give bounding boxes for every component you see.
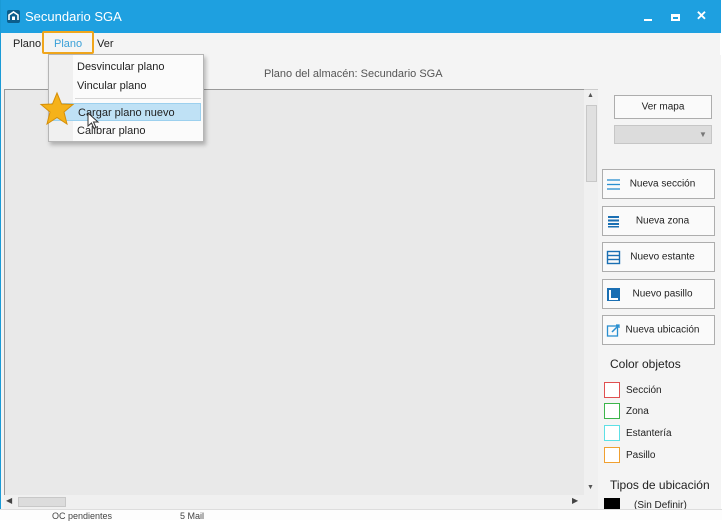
legend-estanteria: Estantería <box>604 425 714 443</box>
mail-label: 5 Mail <box>180 511 205 521</box>
chevron-down-icon: ▼ <box>699 130 707 139</box>
menu-highlight-box <box>42 31 94 54</box>
minimize-icon[interactable] <box>637 6 659 26</box>
legend-seccion: Sección <box>604 382 714 400</box>
nueva-zona-label: Nueva zona <box>635 215 690 227</box>
horizontal-scroll-thumb[interactable] <box>18 497 66 507</box>
menu-ver[interactable]: Ver <box>97 38 114 50</box>
menu-plano-1[interactable]: Plano <box>13 38 41 50</box>
ver-mapa-label: Ver mapa <box>641 101 685 113</box>
menu-item-label: Vincular plano <box>77 80 147 92</box>
right-edge <box>717 55 721 509</box>
star-icon <box>39 91 75 126</box>
legend-swatch <box>604 447 620 463</box>
menu-separator <box>75 98 201 99</box>
warehouse-plan-canvas[interactable] <box>4 89 584 495</box>
color-objetos-title: Color objetos <box>610 357 681 371</box>
maximize-icon[interactable] <box>665 6 687 26</box>
map-select[interactable]: ▼ <box>614 125 712 144</box>
scroll-down-icon[interactable]: ▼ <box>587 484 594 491</box>
legend-swatch <box>604 403 620 419</box>
nueva-ubicacion-button[interactable]: Nueva ubicación <box>602 315 715 345</box>
legend-swatch <box>604 382 620 398</box>
legend-label: Zona <box>626 406 649 417</box>
nuevo-estante-label: Nuevo estante <box>630 251 695 263</box>
legend-label: Sección <box>626 385 662 396</box>
nueva-ubicacion-label: Nueva ubicación <box>625 324 700 336</box>
legend-label: Pasillo <box>626 450 656 461</box>
mouse-cursor-icon <box>87 112 100 130</box>
tipos-ubicacion-title: Tipos de ubicación <box>610 478 710 492</box>
scroll-up-icon[interactable]: ▲ <box>587 92 594 99</box>
horizontal-scrollbar[interactable]: ◀ ▶ <box>4 495 584 509</box>
vertical-scrollbar[interactable]: ▲ ▼ <box>584 89 598 495</box>
canvas-title: Plano del almacén: Secundario SGA <box>264 68 443 80</box>
nueva-seccion-label: Nueva sección <box>629 178 696 190</box>
scroll-left-icon[interactable]: ◀ <box>6 496 12 505</box>
title-bar[interactable]: Secundario SGA ✕ <box>1 0 721 33</box>
taskbar-strip: OC pendientes 5 Mail <box>0 509 722 521</box>
app-window: Secundario SGA ✕ Plano Plano Ver Plano d… <box>0 0 721 519</box>
legend-swatch <box>604 425 620 441</box>
nueva-seccion-button[interactable]: Nueva sección <box>602 169 715 199</box>
nuevo-pasillo-label: Nuevo pasillo <box>632 288 693 300</box>
oc-pendientes-label: OC pendientes <box>52 511 113 521</box>
ver-mapa-button[interactable]: Ver mapa <box>614 95 712 119</box>
menu-item-desvincular-plano[interactable]: Desvincular plano <box>51 58 201 76</box>
vertical-scroll-thumb[interactable] <box>586 105 597 182</box>
side-panel: Ver mapa ▼ Nueva sección Nueva zona Nuev… <box>598 55 720 512</box>
scroll-corner <box>584 495 598 509</box>
legend-pasillo: Pasillo <box>604 447 714 465</box>
legend-label: Estantería <box>626 428 672 439</box>
scroll-right-icon[interactable]: ▶ <box>572 496 578 505</box>
app-logo-icon <box>7 10 20 23</box>
menu-item-label: Desvincular plano <box>77 61 165 73</box>
nuevo-pasillo-button[interactable]: Nuevo pasillo <box>602 279 715 309</box>
window-title: Secundario SGA <box>25 9 122 24</box>
nuevo-estante-button[interactable]: Nuevo estante <box>602 242 715 272</box>
legend-zona: Zona <box>604 403 714 421</box>
close-icon[interactable]: ✕ <box>691 6 713 26</box>
nueva-zona-button[interactable]: Nueva zona <box>602 206 715 236</box>
menu-bar: Plano Plano Ver <box>2 33 720 55</box>
